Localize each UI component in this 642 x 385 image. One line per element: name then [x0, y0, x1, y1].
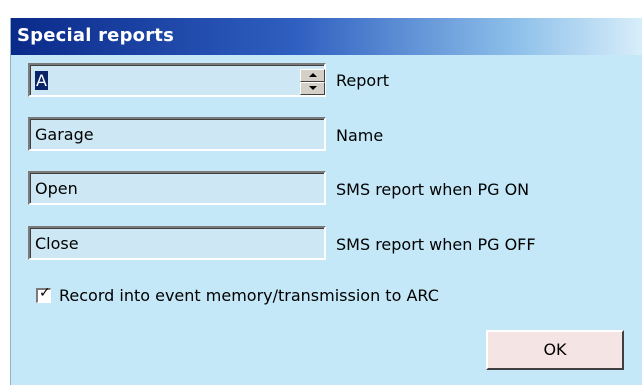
report-spinner[interactable]: A: [28, 63, 326, 97]
report-label: Report: [336, 71, 390, 90]
special-reports-dialog: Special reports A Report Garage Name Ope…: [10, 18, 642, 385]
checkmark-icon: ✓: [39, 285, 51, 301]
name-value: Garage: [35, 125, 94, 144]
sms-off-label: SMS report when PG OFF: [336, 235, 536, 254]
ok-button[interactable]: OK: [486, 330, 624, 370]
sms-off-field[interactable]: Close: [28, 226, 326, 260]
record-checkbox[interactable]: ✓: [36, 285, 51, 303]
sms-on-field[interactable]: Open: [28, 171, 326, 205]
sms-on-label: SMS report when PG ON: [336, 180, 530, 199]
record-checkbox-label[interactable]: Record into event memory/transmission to…: [59, 286, 439, 305]
name-label: Name: [336, 126, 384, 145]
spin-up-button[interactable]: [300, 69, 325, 82]
window-title: Special reports: [17, 25, 175, 46]
arrow-up-icon: [309, 73, 317, 77]
arrow-down-icon: [309, 86, 317, 90]
spin-down-button[interactable]: [300, 82, 325, 95]
report-value: A: [35, 71, 48, 90]
report-spin-buttons: [300, 69, 325, 95]
title-bar: Special reports: [11, 18, 642, 55]
sms-on-value: Open: [35, 179, 78, 198]
name-field[interactable]: Garage: [28, 117, 326, 151]
sms-off-value: Close: [35, 234, 79, 253]
